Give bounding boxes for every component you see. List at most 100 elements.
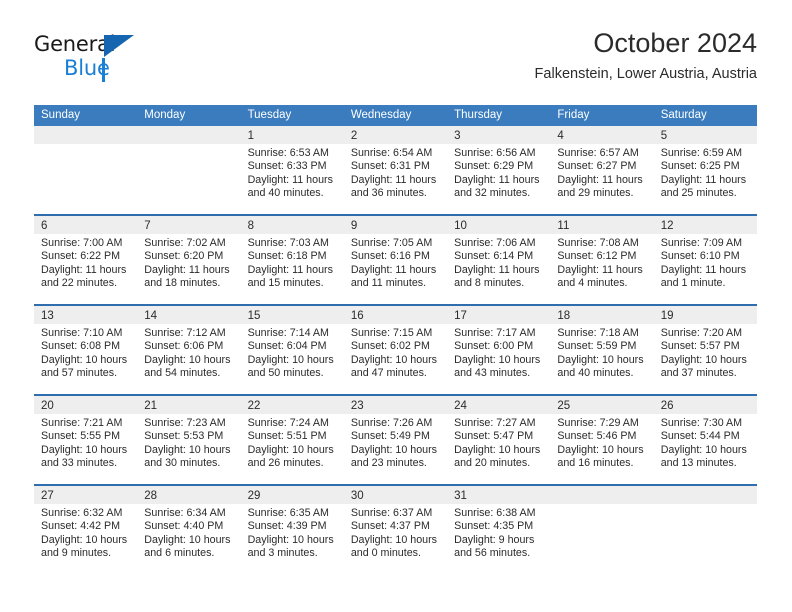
day-cell[interactable]: 6 Sunrise: 7:00 AM Sunset: 6:22 PM Daylight…	[34, 216, 138, 304]
day-cell[interactable]: 8 Sunrise: 7:03 AM Sunset: 6:18 PM Daylight…	[240, 216, 344, 304]
daylight-text-line2: and 36 minutes.	[350, 187, 427, 200]
sunset-text: Sunset: 5:59 PM	[557, 340, 637, 353]
day-number: 5	[660, 130, 668, 142]
daylight-text-line2: and 13 minutes.	[660, 457, 737, 470]
day-cell[interactable]: 30 Sunrise: 6:37 AM Sunset: 4:37 PM Dayligh…	[343, 486, 448, 574]
day-cell[interactable]: 26 Sunrise: 7:30 AM Sunset: 5:44 PM Dayligh…	[653, 396, 757, 484]
day-cell[interactable]: 19 Sunrise: 7:20 AM Sunset: 5:57 PM Dayligh…	[653, 306, 757, 394]
sunrise-text: Sunrise: 6:57 AM	[557, 147, 639, 159]
day-cell[interactable]: 9 Sunrise: 7:05 AM Sunset: 6:16 PM Daylight…	[343, 216, 448, 304]
day-number-band: 19	[653, 306, 757, 324]
day-cell[interactable]: 12 Sunrise: 7:09 AM Sunset: 6:10 PM Dayligh…	[653, 216, 757, 304]
day-cell[interactable]: 15 Sunrise: 7:14 AM Sunset: 6:04 PM Dayligh…	[240, 306, 344, 394]
day-cell[interactable]: 20 Sunrise: 7:21 AM Sunset: 5:55 PM Dayligh…	[34, 396, 138, 484]
day-number: 11	[557, 220, 570, 232]
day-cell[interactable]: 5 Sunrise: 6:59 AM Sunset: 6:25 PM Daylight…	[653, 126, 757, 214]
sunset-text: Sunset: 6:18 PM	[247, 250, 327, 263]
weekday-header-monday: Monday	[144, 109, 186, 121]
daylight-text-line2: and 25 minutes.	[660, 187, 737, 200]
day-details: Sunrise: 7:14 AM Sunset: 6:04 PM Daylight:…	[241, 324, 344, 381]
day-number-band: 2	[343, 126, 448, 144]
day-cell[interactable]: 4 Sunrise: 6:57 AM Sunset: 6:27 PM Daylight…	[550, 126, 654, 214]
day-cell[interactable]: 11 Sunrise: 7:08 AM Sunset: 6:12 PM Dayligh…	[550, 216, 654, 304]
page-title: October 2024	[593, 28, 757, 58]
day-number: 6	[41, 220, 48, 232]
day-cell[interactable]: 28 Sunrise: 6:34 AM Sunset: 4:40 PM Dayligh…	[137, 486, 241, 574]
day-number-band: 29	[240, 486, 344, 504]
day-number: 12	[660, 220, 674, 232]
day-details: Sunrise: 6:38 AM Sunset: 4:35 PM Daylight:…	[447, 504, 550, 561]
daylight-text-line2: and 23 minutes.	[350, 457, 427, 470]
sunrise-text: Sunrise: 6:32 AM	[41, 507, 123, 519]
daylight-text-line1: Daylight: 11 hours	[144, 263, 230, 276]
day-cell[interactable]: 7 Sunrise: 7:02 AM Sunset: 6:20 PM Daylight…	[137, 216, 241, 304]
daylight-text-line2: and 18 minutes.	[144, 277, 221, 290]
day-details: Sunrise: 7:10 AM Sunset: 6:08 PM Daylight:…	[34, 324, 137, 381]
day-cell[interactable]: 10 Sunrise: 7:06 AM Sunset: 6:14 PM Dayligh…	[447, 216, 551, 304]
day-number: 25	[557, 400, 571, 412]
triangle-logo-icon	[104, 35, 134, 57]
sunset-text: Sunset: 6:14 PM	[454, 250, 534, 263]
daylight-text-line2: and 6 minutes.	[144, 547, 215, 560]
day-cell[interactable]: 18 Sunrise: 7:18 AM Sunset: 5:59 PM Dayligh…	[550, 306, 654, 394]
day-cell[interactable]: 16 Sunrise: 7:15 AM Sunset: 6:02 PM Dayligh…	[343, 306, 448, 394]
day-cell[interactable]: 13 Sunrise: 7:10 AM Sunset: 6:08 PM Dayligh…	[34, 306, 138, 394]
day-details: Sunrise: 7:09 AM Sunset: 6:10 PM Daylight:…	[654, 234, 757, 291]
day-cell[interactable]: 14 Sunrise: 7:12 AM Sunset: 6:06 PM Dayligh…	[137, 306, 241, 394]
sunset-text: Sunset: 4:42 PM	[41, 520, 121, 533]
sunset-text: Sunset: 4:40 PM	[144, 520, 224, 533]
day-cell-empty	[550, 486, 654, 574]
sunrise-text: Sunrise: 7:24 AM	[247, 417, 329, 429]
day-cell[interactable]: 21 Sunrise: 7:23 AM Sunset: 5:53 PM Dayligh…	[137, 396, 241, 484]
day-details: Sunrise: 7:08 AM Sunset: 6:12 PM Daylight:…	[550, 234, 653, 291]
day-number: 4	[557, 130, 564, 142]
sunset-text: Sunset: 4:39 PM	[247, 520, 327, 533]
sunset-text: Sunset: 6:29 PM	[454, 160, 534, 173]
daylight-text-line2: and 4 minutes.	[557, 277, 628, 290]
daylight-text-line1: Daylight: 10 hours	[350, 533, 437, 546]
daylight-text-line1: Daylight: 11 hours	[454, 173, 540, 186]
sunset-text: Sunset: 6:25 PM	[660, 160, 740, 173]
sunrise-text: Sunrise: 7:14 AM	[247, 327, 329, 339]
day-number: 23	[350, 400, 364, 412]
day-cell[interactable]: 24 Sunrise: 7:27 AM Sunset: 5:47 PM Dayligh…	[447, 396, 551, 484]
daylight-text-line2: and 16 minutes.	[557, 457, 634, 470]
day-number: 29	[247, 490, 261, 502]
weekday-header-thursday: Thursday	[454, 109, 503, 121]
day-cell[interactable]: 2 Sunrise: 6:54 AM Sunset: 6:31 PM Daylight…	[343, 126, 448, 214]
sunrise-text: Sunrise: 7:15 AM	[350, 327, 433, 339]
day-cell[interactable]: 27 Sunrise: 6:32 AM Sunset: 4:42 PM Dayligh…	[34, 486, 138, 574]
daylight-text-line1: Daylight: 11 hours	[557, 263, 643, 276]
daylight-text-line1: Daylight: 10 hours	[247, 533, 334, 546]
sunset-text: Sunset: 6:27 PM	[557, 160, 637, 173]
day-cell[interactable]: 23 Sunrise: 7:26 AM Sunset: 5:49 PM Dayligh…	[343, 396, 448, 484]
day-cell[interactable]: 25 Sunrise: 7:29 AM Sunset: 5:46 PM Dayligh…	[550, 396, 654, 484]
day-cell[interactable]: 31 Sunrise: 6:38 AM Sunset: 4:35 PM Dayligh…	[447, 486, 551, 574]
day-cell[interactable]: 22 Sunrise: 7:24 AM Sunset: 5:51 PM Dayligh…	[240, 396, 344, 484]
daylight-text-line1: Daylight: 9 hours	[454, 533, 535, 546]
day-details: Sunrise: 7:03 AM Sunset: 6:18 PM Daylight:…	[241, 234, 344, 291]
sunrise-text: Sunrise: 7:10 AM	[41, 327, 123, 339]
day-details: Sunrise: 6:59 AM Sunset: 6:25 PM Daylight:…	[654, 144, 757, 201]
daylight-text-line2: and 1 minute.	[660, 277, 726, 290]
weekday-header-friday: Friday	[557, 109, 590, 121]
day-number-band: 18	[550, 306, 654, 324]
sunrise-text: Sunrise: 7:26 AM	[350, 417, 433, 429]
day-cell[interactable]: 17 Sunrise: 7:17 AM Sunset: 6:00 PM Dayligh…	[447, 306, 551, 394]
day-number: 18	[557, 310, 571, 322]
daylight-text-line2: and 43 minutes.	[454, 367, 531, 380]
sunset-text: Sunset: 6:00 PM	[454, 340, 534, 353]
daylight-text-line1: Daylight: 11 hours	[41, 263, 127, 276]
day-number: 22	[247, 400, 261, 412]
daylight-text-line2: and 37 minutes.	[660, 367, 737, 380]
day-cell[interactable]: 3 Sunrise: 6:56 AM Sunset: 6:29 PM Daylight…	[447, 126, 551, 214]
sunset-text: Sunset: 6:16 PM	[350, 250, 430, 263]
day-number-band: 4	[550, 126, 654, 144]
sunset-text: Sunset: 6:10 PM	[660, 250, 740, 263]
day-number-band: 26	[653, 396, 757, 414]
day-cell[interactable]: 29 Sunrise: 6:35 AM Sunset: 4:39 PM Dayligh…	[240, 486, 344, 574]
day-details: Sunrise: 6:53 AM Sunset: 6:33 PM Daylight:…	[241, 144, 344, 201]
day-cell[interactable]: 1 Sunrise: 6:53 AM Sunset: 6:33 PM Daylight…	[240, 126, 344, 214]
day-number-band: 7	[137, 216, 241, 234]
day-number-band	[34, 126, 138, 144]
